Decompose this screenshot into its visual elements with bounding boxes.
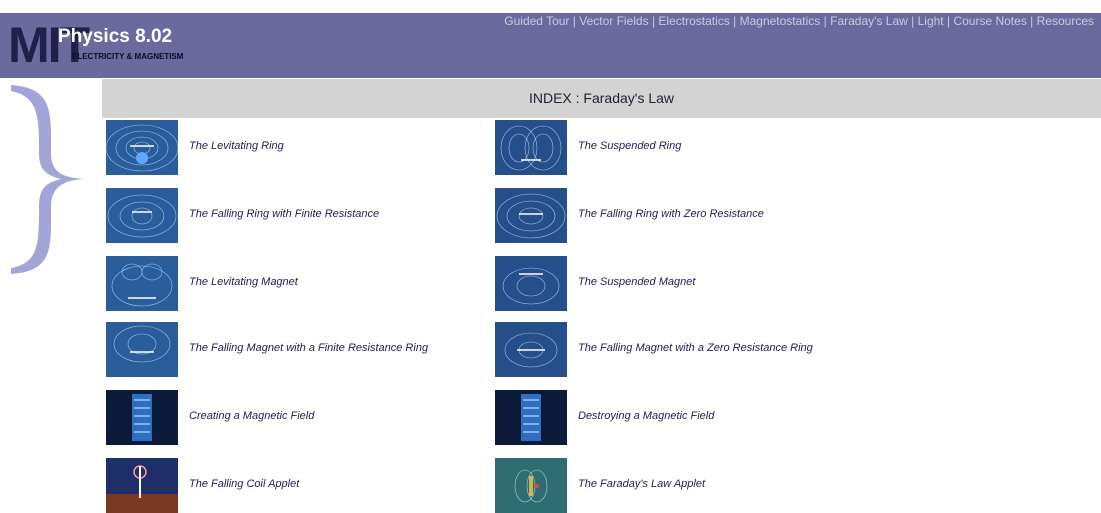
nav-light[interactable]: Light: [918, 14, 944, 28]
nav-separator: |: [946, 14, 951, 28]
solenoid-thumbnail[interactable]: [495, 390, 567, 445]
list-item[interactable]: The Faraday's Law Applet: [495, 458, 875, 513]
nav-separator: |: [823, 14, 827, 28]
nav-separator: |: [733, 14, 737, 28]
item-label[interactable]: The Falling Ring with Finite Resistance: [189, 208, 379, 220]
item-label[interactable]: The Suspended Magnet: [578, 276, 695, 288]
field-lines-magnet-thumbnail[interactable]: [106, 322, 178, 377]
list-item[interactable]: The Falling Ring with Zero Resistance: [495, 188, 875, 243]
nav-separator: |: [1030, 14, 1034, 28]
nav-resources[interactable]: Resources: [1037, 14, 1094, 28]
top-strip: [0, 0, 1101, 13]
nav-vector-fields[interactable]: Vector Fields: [579, 14, 648, 28]
field-lines-magnet-thumbnail[interactable]: [495, 256, 567, 311]
faraday-applet-thumbnail[interactable]: [495, 458, 567, 513]
nav-magnetostatics[interactable]: Magnetostatics: [740, 14, 821, 28]
field-lines-ring-thumbnail[interactable]: [106, 120, 178, 175]
field-lines-magnet-thumbnail[interactable]: [495, 322, 567, 377]
field-lines-ring-thumbnail[interactable]: [495, 188, 567, 243]
field-lines-magnet-thumbnail[interactable]: [106, 256, 178, 311]
index-title-bar: INDEX : Faraday's Law: [102, 79, 1101, 118]
list-item[interactable]: The Suspended Magnet: [495, 256, 875, 311]
index-title: INDEX : Faraday's Law: [528, 90, 675, 106]
item-label[interactable]: The Falling Ring with Zero Resistance: [578, 208, 764, 220]
logo-subtitle: ELECTRICITY & MAGNETISM: [72, 52, 184, 61]
nav-separator: |: [911, 14, 915, 28]
field-lines-ring-thumbnail[interactable]: [106, 188, 178, 243]
coil-applet-thumbnail[interactable]: [106, 458, 178, 513]
nav-separator: |: [651, 14, 656, 28]
solenoid-thumbnail[interactable]: [106, 390, 178, 445]
list-item[interactable]: The Falling Magnet with a Finite Resista…: [106, 322, 486, 377]
field-lines-ring-thumbnail[interactable]: [495, 120, 567, 175]
item-label[interactable]: The Levitating Magnet: [189, 276, 298, 288]
item-label[interactable]: Destroying a Magnetic Field: [578, 410, 714, 422]
nav-faradays-law[interactable]: Faraday's Law: [830, 14, 908, 28]
item-label[interactable]: Creating a Magnetic Field: [189, 410, 314, 422]
top-navigation: Guided Tour | Vector Fields | Electrosta…: [504, 14, 1094, 28]
list-item[interactable]: The Falling Ring with Finite Resistance: [106, 188, 486, 243]
nav-separator: |: [572, 14, 576, 28]
nav-guided-tour[interactable]: Guided Tour: [504, 14, 569, 28]
site-logo[interactable]: MIT Physics 8.02 ELECTRICITY & MAGNETISM: [8, 20, 238, 70]
list-item[interactable]: The Falling Coil Applet: [106, 458, 486, 513]
logo-title: Physics 8.02: [58, 26, 173, 47]
list-item[interactable]: Destroying a Magnetic Field: [495, 390, 875, 445]
list-item[interactable]: The Suspended Ring: [495, 120, 875, 175]
item-label[interactable]: The Falling Magnet with a Finite Resista…: [189, 342, 428, 354]
item-label[interactable]: The Falling Magnet with a Zero Resistanc…: [578, 342, 813, 354]
item-label[interactable]: The Levitating Ring: [189, 140, 284, 152]
list-item[interactable]: The Levitating Ring: [106, 120, 486, 175]
list-item[interactable]: Creating a Magnetic Field: [106, 390, 486, 445]
site-header: MIT Physics 8.02 ELECTRICITY & MAGNETISM…: [0, 0, 1101, 78]
curly-brace-decoration: [11, 85, 85, 274]
item-label[interactable]: The Suspended Ring: [578, 140, 681, 152]
nav-course-notes[interactable]: Course Notes: [953, 14, 1026, 28]
nav-electrostatics[interactable]: Electrostatics: [658, 14, 729, 28]
item-label[interactable]: The Falling Coil Applet: [189, 478, 299, 490]
item-label[interactable]: The Faraday's Law Applet: [578, 478, 705, 490]
list-item[interactable]: The Levitating Magnet: [106, 256, 486, 311]
list-item[interactable]: The Falling Magnet with a Zero Resistanc…: [495, 322, 875, 377]
